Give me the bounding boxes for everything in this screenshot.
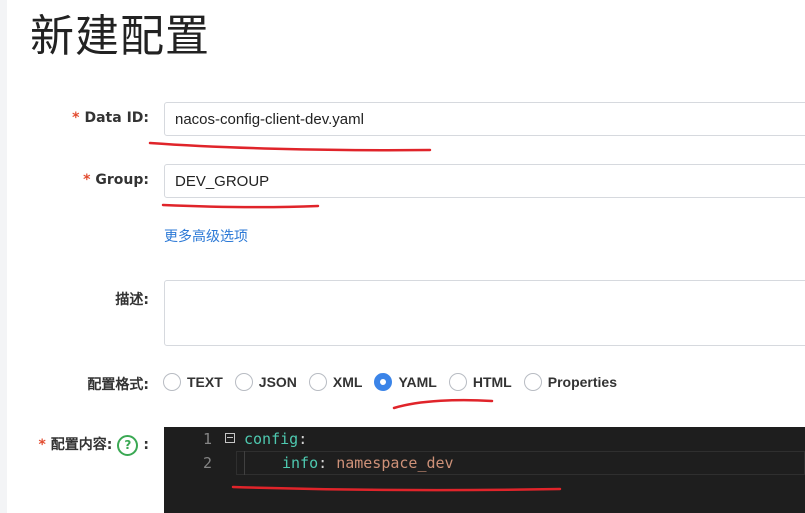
annotation-underline-group xyxy=(161,203,320,209)
yaml-key: config xyxy=(244,430,299,448)
annotation-underline-yaml xyxy=(392,398,494,410)
annotation-underline-data-id xyxy=(148,141,432,152)
content-label-text: 配置内容: xyxy=(50,437,113,453)
radio-label: XML xyxy=(332,374,363,390)
line-number: 1 xyxy=(202,430,212,448)
format-radio-group: TEXT JSON XML YAML HTML Properties xyxy=(163,370,629,394)
format-radio-xml[interactable]: XML xyxy=(308,373,363,391)
format-radio-html[interactable]: HTML xyxy=(448,373,512,391)
editor-line: 2 info: namespace_dev xyxy=(164,451,805,475)
format-radio-json[interactable]: JSON xyxy=(234,373,297,391)
yaml-colon: : xyxy=(298,430,308,448)
page-title: 新建配置 xyxy=(30,11,210,62)
radio-label: Properties xyxy=(547,374,617,390)
content-label-colon: : xyxy=(143,437,149,453)
yaml-key: info xyxy=(282,454,319,472)
fold-minus-icon[interactable] xyxy=(225,433,235,443)
left-edge-strip xyxy=(0,0,7,513)
format-radio-yaml[interactable]: YAML xyxy=(374,373,437,391)
yaml-value: namespace_dev xyxy=(336,454,454,472)
yaml-colon: : xyxy=(318,454,337,472)
radio-label: TEXT xyxy=(187,374,223,390)
radio-circle[interactable] xyxy=(448,373,467,391)
radio-label: JSON xyxy=(258,374,297,390)
group-label-text: Group: xyxy=(95,172,149,188)
radio-circle-selected[interactable] xyxy=(374,373,393,391)
format-radio-text[interactable]: TEXT xyxy=(163,373,223,391)
radio-circle[interactable] xyxy=(523,373,542,391)
data-id-input[interactable] xyxy=(164,102,805,136)
code-text: config: xyxy=(244,427,307,451)
line-number: 2 xyxy=(202,454,212,472)
radio-circle[interactable] xyxy=(234,373,253,391)
question-circle-icon[interactable]: ? xyxy=(117,434,139,456)
format-label: 配置格式: xyxy=(87,377,149,393)
code-editor[interactable]: 1 config: 2 info: namespace_dev xyxy=(164,427,805,513)
code-text: info: namespace_dev xyxy=(282,451,454,475)
group-label: * Group: xyxy=(83,172,149,188)
advanced-options-link[interactable]: 更多高级选项 xyxy=(164,226,248,246)
data-id-label: * Data ID: xyxy=(72,110,149,126)
required-mark: * xyxy=(83,172,91,188)
radio-circle[interactable] xyxy=(163,373,181,391)
content-label: * 配置内容:?: xyxy=(38,434,149,456)
radio-label: HTML xyxy=(472,374,512,390)
data-id-label-text: Data ID: xyxy=(84,110,149,126)
radio-label: YAML xyxy=(398,374,437,390)
radio-circle[interactable] xyxy=(308,373,327,391)
required-mark: * xyxy=(38,437,46,453)
editor-line: 1 config: xyxy=(164,427,805,451)
group-input[interactable] xyxy=(164,164,805,198)
format-radio-properties[interactable]: Properties xyxy=(523,373,617,391)
description-textarea[interactable] xyxy=(164,280,805,346)
required-mark: * xyxy=(72,110,80,126)
description-label: 描述: xyxy=(115,292,149,308)
